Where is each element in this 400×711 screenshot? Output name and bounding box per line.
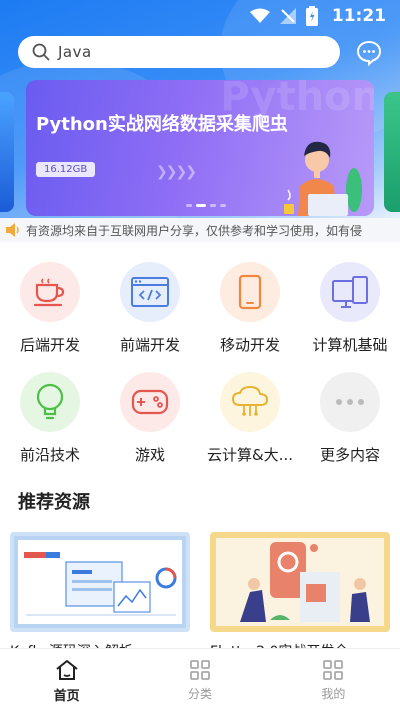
category-label: 前沿技术 xyxy=(19,446,80,464)
category-label: 移动开发 xyxy=(219,336,280,354)
mobile-phone-icon xyxy=(220,262,280,322)
message-icon[interactable] xyxy=(356,40,382,66)
grid-icon xyxy=(190,660,210,680)
category-frontier-tech[interactable]: 前沿技术 xyxy=(0,372,100,465)
category-label: 更多内容 xyxy=(319,446,380,464)
dashboard-illustration xyxy=(14,536,186,628)
lightbulb-icon xyxy=(20,372,80,432)
wifi-icon xyxy=(249,8,270,23)
team-illustration xyxy=(216,538,384,626)
category-backend[interactable]: 后端开发 xyxy=(0,262,100,355)
tab-label: 分类 xyxy=(187,687,212,701)
section-title: 推荐资源 xyxy=(18,492,90,513)
tab-label: 我的 xyxy=(321,687,346,701)
carousel-indicator xyxy=(186,204,226,207)
computer-icon xyxy=(320,262,380,322)
category-label: 计算机基础 xyxy=(312,336,388,354)
banner-title: Python实战网络数据采集爬虫 xyxy=(36,114,288,135)
notice-bar[interactable]: 有资源均来自于互联网用户分享，仅供参考和学习使用，如有侵 xyxy=(0,218,400,242)
category-computer-basics[interactable]: 计算机基础 xyxy=(300,262,400,355)
category-frontend[interactable]: 前端开发 xyxy=(100,262,200,355)
status-bar: 11:21 xyxy=(0,0,400,32)
signal-icon xyxy=(279,8,296,24)
tab-mine[interactable]: 我的 xyxy=(267,649,400,711)
coffee-cup-icon xyxy=(20,262,80,322)
code-window-icon xyxy=(120,262,180,322)
banner-size-badge: 16.12GB xyxy=(36,162,96,177)
recommend-card-1[interactable] xyxy=(10,532,190,632)
search-input-value[interactable]: Java xyxy=(58,43,92,61)
search-input[interactable]: Java xyxy=(18,36,340,68)
tab-category[interactable]: 分类 xyxy=(133,649,266,711)
category-label: 前端开发 xyxy=(119,336,180,354)
status-time: 11:21 xyxy=(331,6,386,26)
banner-prev-peek[interactable] xyxy=(0,92,14,212)
category-label: 云计算&大... xyxy=(206,446,293,464)
banner-next-peek[interactable] xyxy=(384,92,400,212)
category-cloud-computing[interactable]: 云计算&大... xyxy=(200,372,300,465)
cloud-network-icon xyxy=(220,372,280,432)
recommend-card-2[interactable] xyxy=(210,532,390,632)
bottom-tab-bar: 首页 分类 我的 xyxy=(0,648,400,711)
banner-slide[interactable]: Python Python实战网络数据采集爬虫 16.12GB ❯❯❯❯ xyxy=(26,80,374,216)
category-label: 游戏 xyxy=(134,446,165,464)
grid-icon xyxy=(323,660,344,680)
tab-label: 首页 xyxy=(53,689,80,704)
home-icon xyxy=(56,660,78,680)
notice-text: 有资源均来自于互联网用户分享，仅供参考和学习使用，如有侵 xyxy=(26,223,363,238)
chevrons-icon: ❯❯❯❯ xyxy=(156,164,197,180)
tab-home[interactable]: 首页 xyxy=(0,649,133,711)
developer-illustration xyxy=(284,141,362,216)
category-more[interactable]: 更多内容 xyxy=(300,372,400,465)
more-dots-icon xyxy=(320,372,380,432)
speaker-icon xyxy=(0,218,26,242)
battery-icon xyxy=(305,6,318,26)
category-games[interactable]: 游戏 xyxy=(100,372,200,465)
category-mobile[interactable]: 移动开发 xyxy=(200,262,300,355)
search-icon xyxy=(32,43,50,61)
category-label: 后端开发 xyxy=(19,336,80,354)
gamepad-icon xyxy=(120,372,180,432)
